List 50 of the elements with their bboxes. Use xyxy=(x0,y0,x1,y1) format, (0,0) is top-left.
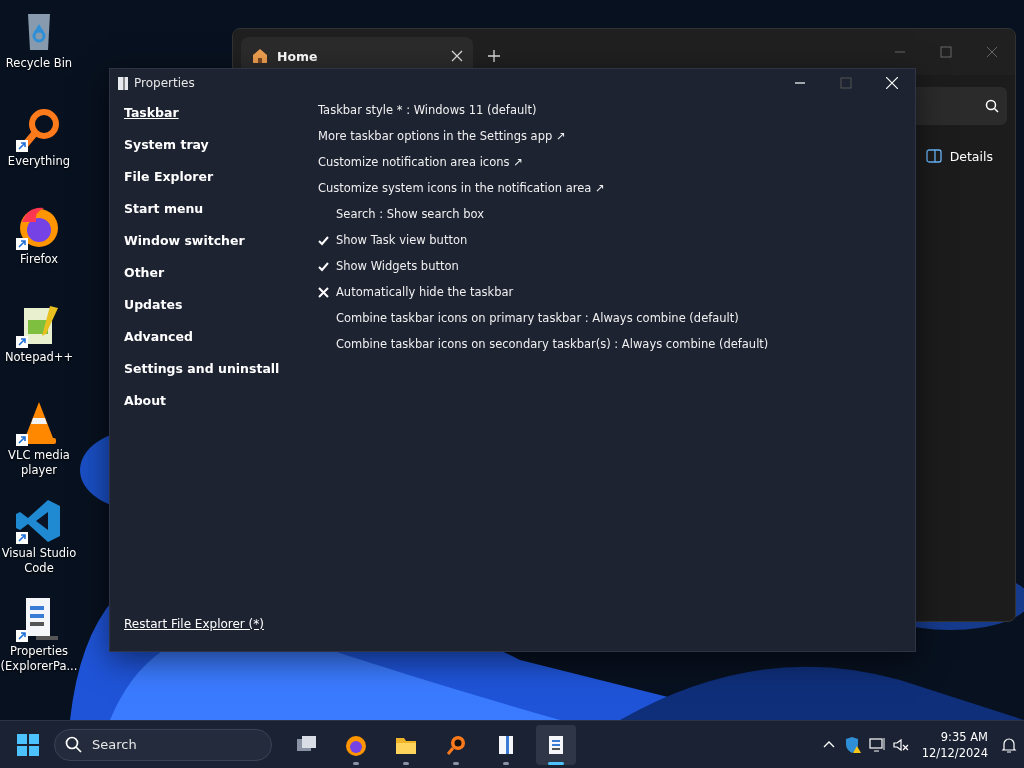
windows-icon xyxy=(17,733,39,756)
desktop-icon-label: Firefox xyxy=(18,252,60,267)
home-icon xyxy=(251,47,269,65)
option-selector[interactable]: Combine taskbar icons on primary taskbar : Always combine (default) xyxy=(336,310,739,326)
desktop-icon-label: Properties (ExplorerPa... xyxy=(0,644,78,674)
taskbar-app-button[interactable] xyxy=(536,724,576,765)
clock[interactable]: 9:35 AM 12/12/2024 xyxy=(915,728,994,761)
network-icon[interactable] xyxy=(867,735,886,754)
sidebar-item[interactable]: Taskbar xyxy=(124,105,179,137)
running-indicator xyxy=(403,761,409,765)
search-icon xyxy=(65,736,82,753)
desktop-icon-label: Everything xyxy=(6,154,72,169)
search-input[interactable]: Search xyxy=(90,736,244,753)
details-button[interactable]: Details xyxy=(911,139,1007,173)
panel-icon xyxy=(925,149,942,163)
toggle-option[interactable]: Show Widgets button xyxy=(336,258,459,274)
new-tab-icon[interactable] xyxy=(487,49,501,63)
running-indicator xyxy=(353,761,359,765)
option-selector[interactable]: Taskbar style * : Windows 11 (default) xyxy=(318,102,537,118)
sidebar-item[interactable]: Other xyxy=(124,265,165,297)
maximize-icon xyxy=(840,77,852,89)
settings-link[interactable]: Customize system icons in the notification area ↗ xyxy=(318,180,605,196)
running-indicator xyxy=(548,761,564,765)
desktop-icon-label: Visual Studio Code xyxy=(0,546,78,576)
toggle-option[interactable]: Automatically hide the taskbar xyxy=(336,284,514,300)
running-indicator xyxy=(453,761,459,765)
sidebar-item[interactable]: Settings and uninstall xyxy=(124,361,280,393)
bell-icon[interactable] xyxy=(1000,735,1018,754)
restart-link[interactable]: Restart File Explorer (*) xyxy=(124,617,264,631)
sidebar-item[interactable]: Updates xyxy=(124,297,183,329)
toggle-option[interactable]: Show Task view button xyxy=(336,232,468,248)
sidebar-item[interactable]: System tray xyxy=(124,137,209,169)
desktop-icon-label: Recycle Bin xyxy=(4,56,74,71)
option-selector[interactable]: Combine taskbar icons on secondary taskbar(s) : Always combine (default) xyxy=(336,336,769,352)
desktop-icon-label: Notepad++ xyxy=(3,350,75,365)
window-title: Properties xyxy=(134,76,195,90)
search-bar[interactable]: Search xyxy=(54,728,272,761)
sidebar-item[interactable]: Window switcher xyxy=(124,233,245,265)
sidebar-item[interactable]: File Explorer xyxy=(124,169,214,201)
sidebar-item[interactable]: Start menu xyxy=(124,201,204,233)
search-icon xyxy=(985,99,999,113)
sidebar-item[interactable]: About xyxy=(124,393,167,425)
desktop-icon-label: VLC media player xyxy=(7,448,71,478)
settings-link[interactable]: Customize notification area icons ↗ xyxy=(318,154,523,170)
document-icon xyxy=(118,76,128,90)
settings-link[interactable]: More taskbar options in the Settings app ↗ xyxy=(318,128,566,144)
shield-icon[interactable] xyxy=(843,735,862,754)
option-selector[interactable]: Search : Show search box xyxy=(336,206,485,222)
running-indicator xyxy=(503,761,509,765)
sidebar-item[interactable]: Advanced xyxy=(124,329,193,361)
